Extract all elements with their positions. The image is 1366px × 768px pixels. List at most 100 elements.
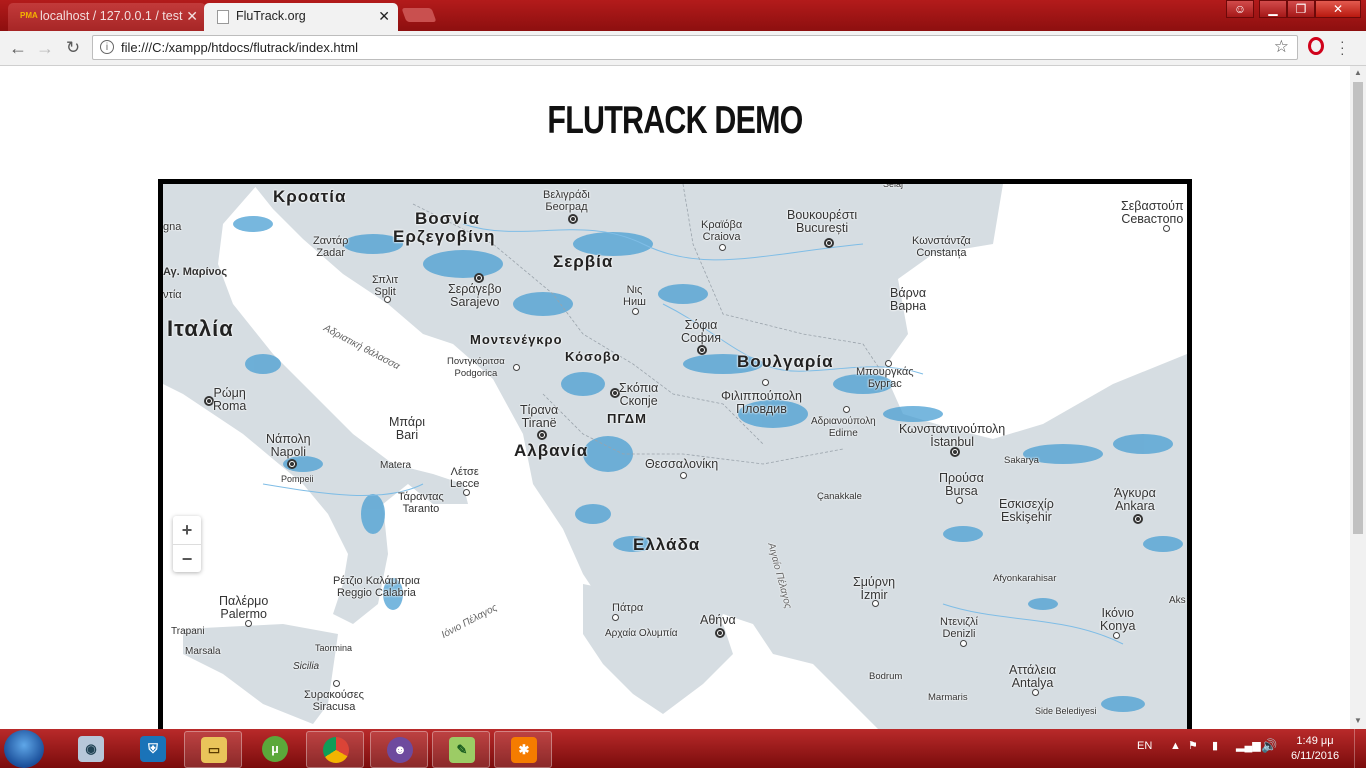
zoom-out-button[interactable]: − — [173, 545, 201, 573]
city-marker — [960, 640, 967, 647]
phpmyadmin-icon: PMA — [20, 11, 38, 20]
city-marker — [762, 379, 769, 386]
place-label: gna — [163, 221, 182, 233]
new-tab-button[interactable] — [401, 8, 437, 22]
taskbar-app[interactable]: ⛨ — [124, 731, 180, 766]
city-label: Ζαντάρ Zadar — [313, 235, 349, 259]
country-label: Κόσοβο — [565, 349, 621, 364]
scroll-up-arrow-icon[interactable]: ▲ — [1354, 68, 1362, 77]
github-icon: ☻ — [387, 737, 413, 763]
network-icon[interactable]: ▂▄▆ — [1236, 739, 1261, 752]
back-icon[interactable]: ← — [7, 37, 29, 59]
city-label: Κωνστάντζα Constanța — [912, 235, 971, 259]
opera-icon[interactable] — [1308, 37, 1324, 55]
page-icon — [217, 10, 229, 24]
city-marker — [719, 244, 726, 251]
place-label: Taormina — [315, 643, 353, 653]
restore-icon[interactable]: ❐ — [1287, 0, 1315, 18]
country-label: Σερβία — [553, 252, 614, 271]
country-label: Μοντενέγκρο — [470, 332, 563, 347]
page-title: FLUTRACK DEMO — [547, 99, 803, 142]
taskbar-app[interactable]: ✎ — [432, 731, 490, 768]
city-label: Φιλιππούπολη Пловдив — [721, 389, 802, 416]
city-marker — [715, 628, 725, 638]
taskbar-app[interactable]: ▭ — [184, 731, 242, 768]
clock[interactable]: 1:49 μμ 6/11/2016 — [1286, 734, 1344, 764]
city-label: Βάρνα Варна — [890, 286, 927, 313]
page-scrollbar[interactable]: ▲ ▼ — [1350, 66, 1366, 729]
info-icon[interactable]: i — [100, 40, 114, 54]
place-label: Marsala — [185, 646, 221, 657]
place-label: Çanakkale — [817, 491, 862, 502]
tab-flutrack[interactable]: FluTrack.org ✕ — [204, 3, 398, 31]
volume-icon[interactable]: 🔊 — [1261, 738, 1277, 754]
power-icon[interactable]: ▮ — [1212, 739, 1218, 752]
notepadpp-icon: ✎ — [449, 737, 475, 763]
city-label: Ντενιζλί Denizli — [940, 616, 978, 640]
place-label: Afyonkarahisar — [993, 573, 1057, 584]
start-button[interactable] — [4, 730, 44, 768]
place-label: Αγ. Μαρίνος — [163, 266, 228, 278]
scroll-thumb[interactable] — [1353, 82, 1363, 534]
country-label: Ελλάδα — [633, 535, 701, 554]
place-label: Aks — [1169, 595, 1186, 606]
city-marker — [956, 497, 963, 504]
place-label: ντία — [163, 289, 182, 301]
city-label: Θεσσαλονίκη — [645, 457, 719, 471]
bookmark-star-icon[interactable]: ☆ — [1274, 37, 1289, 57]
city-marker — [384, 296, 391, 303]
taskbar-app[interactable]: ☻ — [370, 731, 428, 768]
clock-date: 6/11/2016 — [1290, 750, 1340, 762]
city-label: Αττάλεια Antalya — [1009, 663, 1057, 690]
country-label: Ερζεγοβίνη — [393, 227, 496, 246]
country-label: Ιταλία — [167, 316, 234, 341]
city-label: Ρώμη Roma — [213, 386, 247, 413]
city-marker — [333, 680, 340, 687]
zoom-in-button[interactable]: + — [173, 516, 201, 545]
taskbar-app[interactable]: ◉ — [62, 731, 118, 766]
taskbar-app[interactable]: ✱ — [494, 731, 552, 768]
url-text[interactable]: file:///C:/xampp/htdocs/flutrack/index.h… — [121, 40, 358, 55]
tab-title: localhost / 127.0.0.1 / test — [40, 9, 183, 23]
city-label: Ποντγκόριτσα Podgorica — [447, 356, 505, 379]
city-marker — [513, 364, 520, 371]
city-label: Νις Ниш — [623, 284, 646, 308]
city-marker — [612, 614, 619, 621]
place-label: Selaj — [883, 179, 904, 189]
security-icon: ⛨ — [140, 736, 166, 762]
tab-phpmyadmin[interactable]: PMA localhost / 127.0.0.1 / test ✕ — [8, 3, 206, 31]
scroll-down-arrow-icon[interactable]: ▼ — [1354, 716, 1362, 725]
utorrent-icon: µ — [262, 736, 288, 762]
city-label: Κραϊόβα Craiova — [701, 219, 743, 243]
taskbar-app[interactable] — [306, 731, 364, 768]
city-marker — [632, 308, 639, 315]
close-tab-icon[interactable]: ✕ — [186, 3, 198, 29]
chrome-icon — [323, 737, 349, 763]
close-tab-icon[interactable]: ✕ — [378, 3, 390, 29]
city-label: Βελιγράδι Београд — [543, 189, 590, 213]
language-indicator[interactable]: EN — [1137, 740, 1152, 752]
minimize-icon[interactable]: ▁ — [1259, 0, 1287, 18]
user-icon[interactable]: ☺ — [1226, 0, 1254, 18]
place-label: Pompeii — [281, 474, 314, 484]
place-label: Side Belediyesi — [1035, 706, 1097, 716]
place-label: Bodrum — [869, 671, 903, 682]
show-desktop-button[interactable] — [1354, 729, 1366, 768]
place-label: Trapani — [171, 626, 205, 637]
city-label: Σμύρνη İzmir — [853, 575, 896, 602]
map-container[interactable]: Κροατία Βοσνία Ερζεγοβίνη Σερβία Ιταλία … — [158, 179, 1192, 729]
taskbar-app[interactable]: µ — [246, 731, 302, 766]
city-marker — [872, 600, 879, 607]
action-center-icon[interactable]: ⚑ — [1188, 739, 1198, 752]
city-label: Συρακούσες Siracusa — [304, 689, 364, 713]
close-icon[interactable]: ✕ — [1315, 0, 1361, 18]
city-marker — [843, 406, 850, 413]
forward-icon[interactable]: → — [34, 37, 56, 59]
reload-icon[interactable]: ↻ — [62, 37, 84, 59]
city-label: Λέτσε Lecce — [450, 466, 480, 490]
show-hidden-icons[interactable]: ▲ — [1170, 740, 1181, 752]
city-marker — [287, 459, 297, 469]
city-label: Μπάρι Bari — [389, 415, 425, 442]
menu-icon[interactable]: · · · — [1340, 34, 1346, 60]
address-bar[interactable]: i file:///C:/xampp/htdocs/flutrack/index… — [92, 35, 1298, 60]
